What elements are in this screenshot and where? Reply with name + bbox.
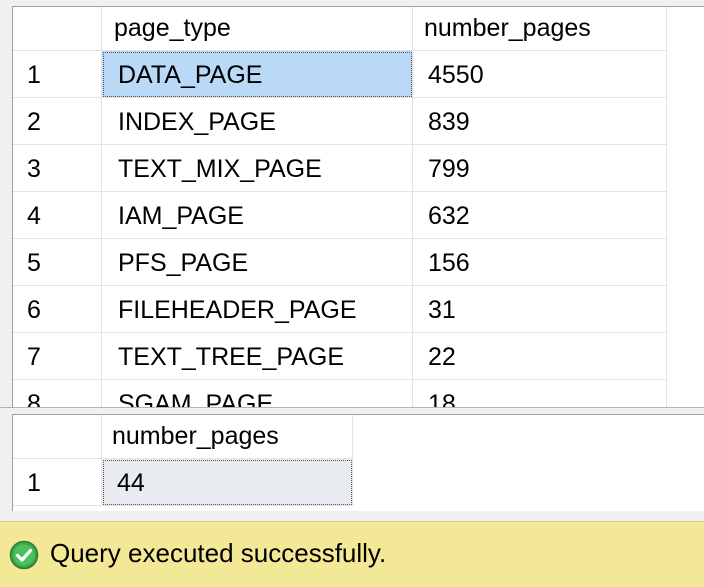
- cell-number-pages[interactable]: 156: [412, 238, 667, 286]
- check-circle-icon: [9, 540, 39, 570]
- column-header-page-type[interactable]: page_type: [101, 7, 413, 51]
- row-number[interactable]: 3: [13, 144, 102, 192]
- row-number[interactable]: 7: [13, 332, 102, 380]
- results-table-1: page_type number_pages 1 DATA_PAGE 4550 …: [13, 7, 667, 408]
- table-row: 2 INDEX_PAGE 839: [13, 97, 667, 145]
- table-row: 1 44: [13, 458, 353, 506]
- results-grid-1[interactable]: page_type number_pages 1 DATA_PAGE 4550 …: [12, 6, 704, 408]
- grid-corner[interactable]: [13, 415, 102, 459]
- row-number[interactable]: 2: [13, 97, 102, 145]
- row-number[interactable]: 6: [13, 285, 102, 333]
- cell-number-pages[interactable]: 18: [412, 379, 667, 408]
- status-bar: Query executed successfully.: [0, 521, 704, 587]
- cell-page-type[interactable]: DATA_PAGE: [101, 50, 413, 98]
- header-row: page_type number_pages: [13, 7, 667, 51]
- cell-number-pages[interactable]: 31: [412, 285, 667, 333]
- status-message: Query executed successfully.: [50, 538, 387, 568]
- row-number[interactable]: 8: [13, 379, 102, 408]
- row-number[interactable]: 1: [13, 458, 102, 506]
- table-row: 8 SGAM_PAGE 18: [13, 379, 667, 408]
- table-row: 3 TEXT_MIX_PAGE 799: [13, 144, 667, 192]
- cell-page-type[interactable]: TEXT_MIX_PAGE: [101, 144, 413, 192]
- cell-number-pages[interactable]: 4550: [412, 50, 667, 98]
- cell-page-type[interactable]: TEXT_TREE_PAGE: [101, 332, 413, 380]
- results-grid-2[interactable]: number_pages 1 44: [12, 414, 704, 511]
- cell-number-pages[interactable]: 44: [101, 458, 353, 506]
- row-number[interactable]: 5: [13, 238, 102, 286]
- grid-corner[interactable]: [13, 7, 102, 51]
- row-number[interactable]: 4: [13, 191, 102, 239]
- query-results-window: page_type number_pages 1 DATA_PAGE 4550 …: [0, 0, 704, 587]
- table-row: 4 IAM_PAGE 632: [13, 191, 667, 239]
- cell-page-type[interactable]: FILEHEADER_PAGE: [101, 285, 413, 333]
- cell-page-type[interactable]: INDEX_PAGE: [101, 97, 413, 145]
- table-row: 7 TEXT_TREE_PAGE 22: [13, 332, 667, 380]
- left-margin: [0, 0, 12, 521]
- cell-page-type[interactable]: SGAM_PAGE: [101, 379, 413, 408]
- column-header-number-pages[interactable]: number_pages: [101, 415, 353, 459]
- cell-number-pages[interactable]: 839: [412, 97, 667, 145]
- table-row: 5 PFS_PAGE 156: [13, 238, 667, 286]
- cell-number-pages[interactable]: 799: [412, 144, 667, 192]
- table-row: 6 FILEHEADER_PAGE 31: [13, 285, 667, 333]
- header-row: number_pages: [13, 415, 353, 459]
- cell-number-pages[interactable]: 22: [412, 332, 667, 380]
- results-table-2: number_pages 1 44: [13, 415, 353, 506]
- cell-page-type[interactable]: IAM_PAGE: [101, 191, 413, 239]
- row-number[interactable]: 1: [13, 50, 102, 98]
- column-header-number-pages[interactable]: number_pages: [412, 7, 667, 51]
- table-row: 1 DATA_PAGE 4550: [13, 50, 667, 98]
- cell-number-pages[interactable]: 632: [412, 191, 667, 239]
- cell-page-type[interactable]: PFS_PAGE: [101, 238, 413, 286]
